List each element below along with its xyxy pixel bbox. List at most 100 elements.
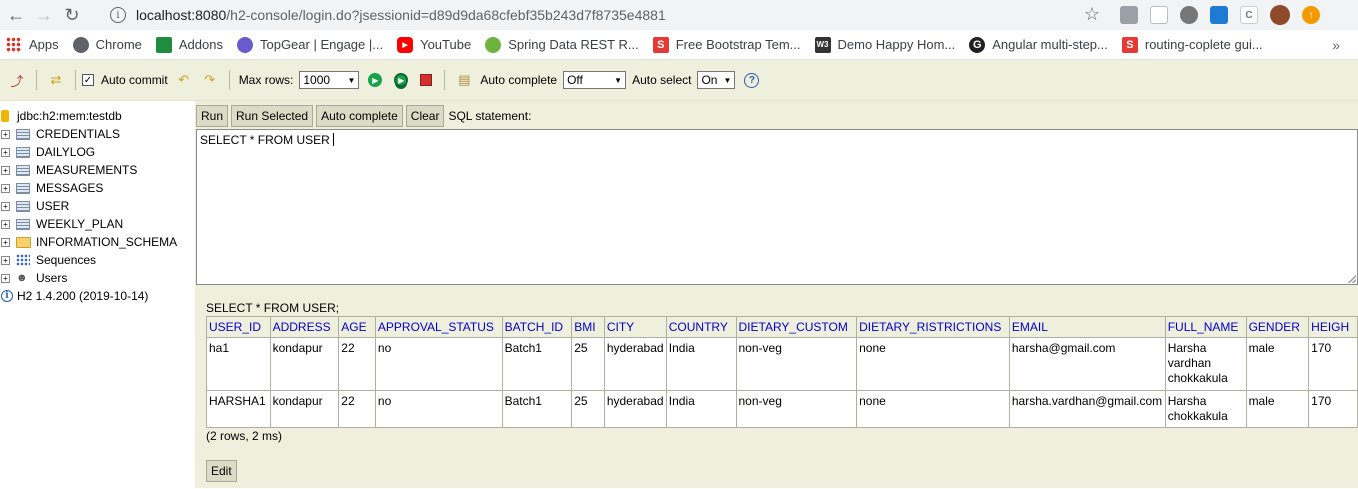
refresh-icon[interactable]: ⇄ [47,71,65,89]
tree-information-schema[interactable]: + INFORMATION_SCHEMA [0,233,195,251]
extension-trello-icon[interactable] [1210,6,1228,24]
tree-table-messages[interactable]: + MESSAGES [0,179,195,197]
rollback-icon[interactable]: ↶ [175,71,193,89]
expand-icon[interactable]: + [1,255,10,265]
commit-icon[interactable]: ↷ [201,71,219,89]
tree-table-user[interactable]: + USER [0,197,195,215]
table-cell: ha1 [206,337,271,391]
run-selected-button[interactable]: Run Selected [231,105,314,127]
bookmark-angular[interactable]: G Angular multi-step... [969,36,1108,53]
table-cell: 22 [338,337,376,391]
column-header[interactable]: BMI [571,316,605,338]
expand-icon[interactable]: + [1,201,10,211]
edit-button[interactable]: Edit [206,460,237,482]
column-header[interactable]: HEIGH [1308,316,1358,338]
bookmark-spring[interactable]: Spring Data REST R... [485,36,639,53]
bookmarks-more-icon[interactable]: » [1332,37,1340,53]
bookmark-addons[interactable]: Addons [155,36,223,53]
chrome-icon [72,36,89,53]
back-arrow-icon[interactable]: ← [2,1,30,29]
table-icon [16,182,30,194]
sql-text[interactable]: SELECT * FROM USER [200,133,330,147]
history-icon[interactable]: ▤ [455,71,473,89]
column-header[interactable]: GENDER [1245,316,1310,338]
column-header[interactable]: USER_ID [206,316,271,338]
expand-icon[interactable]: + [1,147,10,157]
table-cell: Batch1 [501,337,573,391]
table-cell: HARSHA1 [206,390,271,428]
extension-circle-icon[interactable] [1180,6,1198,24]
expand-icon[interactable]: + [1,183,10,193]
bookmark-chrome[interactable]: Chrome [72,36,142,53]
bookmark-youtube[interactable]: ▶ YouTube [397,36,471,53]
bookmark-bootstrap[interactable]: S Free Bootstrap Tem... [652,36,801,53]
table-cell: Harsha vardhan chokkakula [1164,337,1247,391]
table-cell: hyderabad [603,337,667,391]
table-cell: non-veg [735,337,858,391]
column-header[interactable]: FULL_NAME [1164,316,1247,338]
expand-icon[interactable]: + [1,165,10,175]
column-header[interactable]: DIETARY_RISTRICTIONS [856,316,1010,338]
run-icon[interactable]: ▶ [368,73,383,87]
tree-connection[interactable]: jdbc:h2:mem:testdb [0,107,195,125]
table-row: ha1 kondapur 22 no Batch1 25 hyderabad I… [206,337,1358,391]
bookmark-apps[interactable]: Apps [6,36,59,53]
column-header[interactable]: BATCH_ID [501,316,573,338]
tree-version: i H2 1.4.200 (2019-10-14) [0,287,195,305]
auto-complete-button[interactable]: Auto complete [316,105,403,127]
tree-table-dailylog[interactable]: + DAILYLOG [0,143,195,161]
url-text[interactable]: localhost:8080/h2-console/login.do?jsess… [136,7,666,23]
tree-users[interactable]: + ☻ Users [0,269,195,287]
expand-icon[interactable]: + [1,237,10,247]
column-header[interactable]: AGE [338,316,376,338]
extension-cube-icon[interactable] [1120,6,1138,24]
reload-icon[interactable]: ↻ [58,1,86,29]
expand-icon[interactable]: + [1,219,10,229]
table-cell: 170 [1308,390,1358,428]
resize-grip-icon[interactable] [1348,275,1356,283]
expand-icon[interactable]: + [1,273,10,283]
bookmark-topgear[interactable]: TopGear | Engage |... [236,36,383,53]
topgear-icon [236,36,253,53]
tree-table-credentials[interactable]: + CREDENTIALS [0,125,195,143]
forward-arrow-icon[interactable]: → [30,1,58,29]
auto-select-label: Auto select [632,73,692,87]
disconnect-icon[interactable]: ⤴ [8,71,26,89]
auto-complete-select[interactable]: Off ▼ [563,71,627,89]
tree-table-measurements[interactable]: + MEASUREMENTS [0,161,195,179]
table-cell: male [1245,390,1310,428]
help-icon[interactable]: ? [744,72,760,88]
browser-toolbar: ← → ↻ i localhost:8080/h2-console/login.… [0,0,1358,30]
column-header[interactable]: COUNTRY [665,316,737,338]
tree-table-weekly-plan[interactable]: + WEEKLY_PLAN [0,215,195,233]
column-header[interactable]: DIETARY_CUSTOM [735,316,858,338]
bookmark-routing[interactable]: Srouting-coplete gui... [1121,36,1263,53]
star-icon[interactable]: ☆ [1084,4,1100,25]
extension-page-icon[interactable] [1150,6,1168,24]
run-button[interactable]: Run [196,105,229,127]
stop-icon[interactable] [420,74,433,86]
address-bar[interactable]: i localhost:8080/h2-console/login.do?jse… [100,3,1108,27]
tree-sequences[interactable]: + Sequences [0,251,195,269]
schema-tree: jdbc:h2:mem:testdb + CREDENTIALS + DAILYLO… [0,101,195,488]
update-icon[interactable]: ↑ [1302,6,1320,24]
auto-commit-checkbox[interactable]: ✓ [82,74,94,86]
table-cell: India [665,337,737,391]
run-selected-icon[interactable]: ▶ [394,73,409,87]
column-header[interactable]: ADDRESS [269,316,340,338]
clear-button[interactable]: Clear [405,105,445,127]
bookmark-demo-happy[interactable]: W3 Demo Happy Hom... [814,36,955,53]
expand-icon[interactable]: + [1,129,10,139]
spring-icon [485,36,502,53]
info-icon[interactable]: i [110,7,126,23]
profile-avatar-icon[interactable] [1270,5,1290,25]
info-icon: i [1,290,13,302]
max-rows-select[interactable]: 1000 ▼ [299,71,360,89]
column-header[interactable]: CITY [603,316,667,338]
column-header[interactable]: APPROVAL_STATUS [374,316,503,338]
column-header[interactable]: EMAIL [1008,316,1166,338]
auto-select-select[interactable]: On ▼ [697,71,736,89]
extension-c-icon[interactable]: C [1240,6,1258,24]
max-rows-label: Max rows: [238,73,294,87]
sql-editor[interactable]: SELECT * FROM USER [196,129,1358,285]
